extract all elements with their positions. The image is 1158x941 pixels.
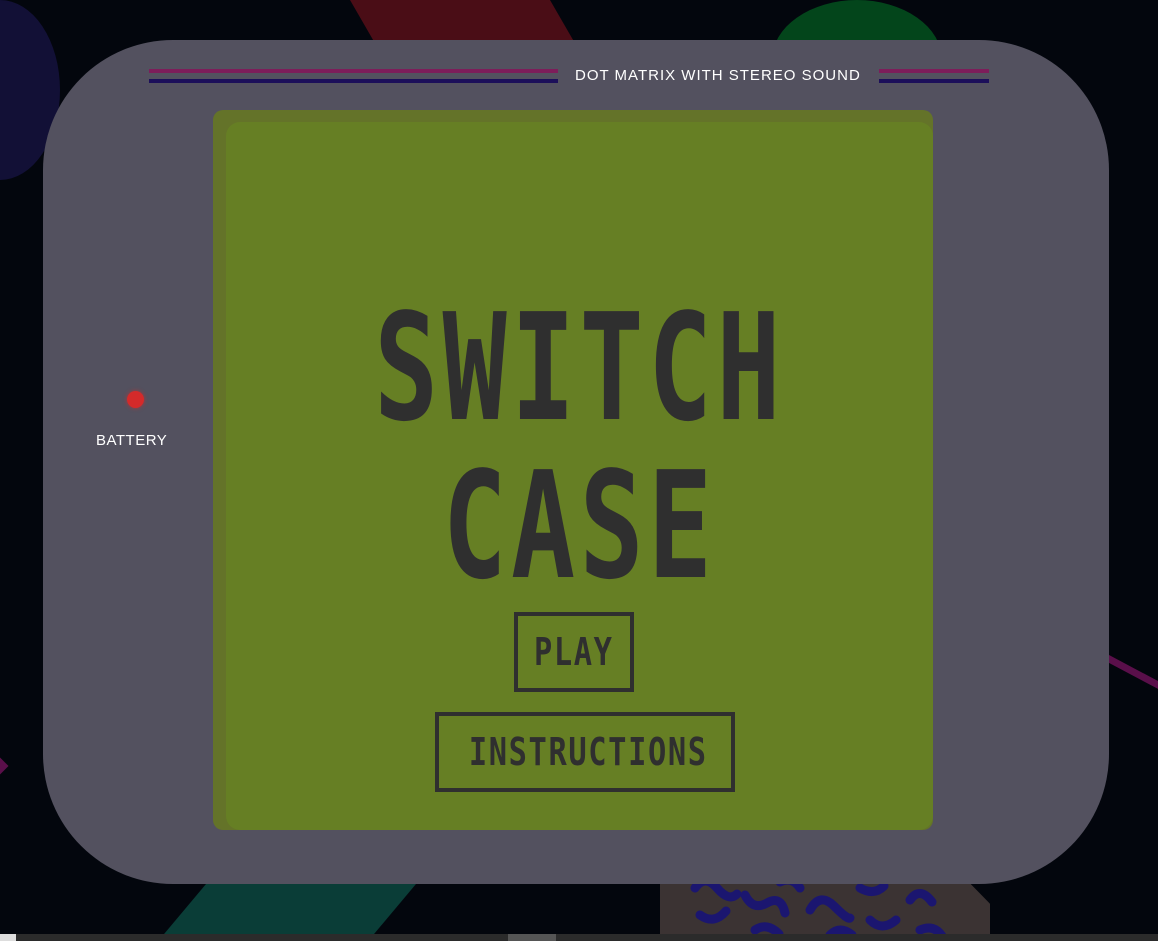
- console-body: DOT MATRIX WITH STEREO SOUND BATTERY SWI…: [43, 40, 1109, 884]
- horizontal-scrollbar[interactable]: [0, 934, 1158, 941]
- game-title-line-2: CASE: [442, 440, 717, 612]
- background-red-band: [326, 0, 574, 40]
- game-title-line-1: SWITCH: [374, 282, 785, 454]
- play-button-label: PLAY: [534, 630, 614, 674]
- play-button[interactable]: PLAY: [514, 612, 634, 692]
- battery-label: BATTERY: [96, 432, 168, 449]
- header-title: DOT MATRIX WITH STEREO SOUND: [575, 67, 861, 84]
- scrollbar-thumb[interactable]: [508, 934, 556, 941]
- game-screen-display: SWITCH CASE PLAY INSTRUCTIONS: [226, 122, 933, 830]
- header-stripe-left: [149, 69, 558, 83]
- battery-led-icon: [127, 391, 144, 408]
- background-magenta-shape: [0, 757, 9, 775]
- game-screen: SWITCH CASE PLAY INSTRUCTIONS: [213, 110, 933, 830]
- header-stripe-right: [879, 69, 989, 83]
- instructions-button-label: INSTRUCTIONS: [468, 730, 708, 774]
- page: DOT MATRIX WITH STEREO SOUND BATTERY SWI…: [0, 0, 1158, 941]
- instructions-button[interactable]: INSTRUCTIONS: [435, 712, 735, 792]
